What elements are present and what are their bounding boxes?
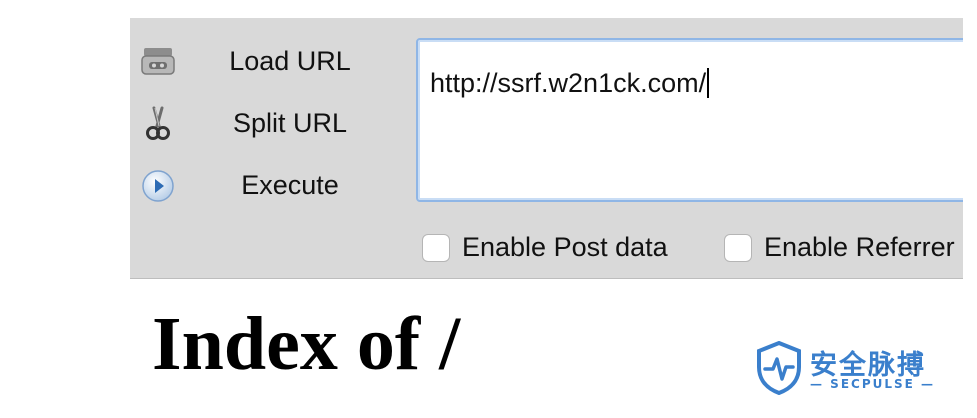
load-url-button[interactable]: Load URL bbox=[140, 40, 400, 84]
enable-post-data-toggle[interactable]: Enable Post data bbox=[422, 232, 722, 266]
split-url-button[interactable]: Split URL bbox=[140, 102, 400, 146]
watermark-english-text: — SECPULSE — bbox=[810, 377, 936, 391]
url-input[interactable]: http://ssrf.w2n1ck.com/ bbox=[416, 38, 963, 202]
enable-referrer-toggle[interactable]: Enable Referrer bbox=[724, 232, 963, 266]
scissors-icon bbox=[140, 106, 176, 142]
page-title: Index of / bbox=[152, 302, 461, 386]
post-data-checkbox[interactable] bbox=[422, 234, 450, 262]
load-url-icon bbox=[140, 44, 176, 80]
secpulse-watermark: 安全脉搏 — SECPULSE — bbox=[756, 340, 946, 400]
browser-frame: Load URL Split URL Execute http://ssrf.w… bbox=[130, 18, 963, 418]
hackbar-toolbar: Load URL Split URL Execute http://ssrf.w… bbox=[130, 18, 963, 279]
split-url-label: Split URL bbox=[232, 108, 348, 138]
referrer-checkbox[interactable] bbox=[724, 234, 752, 262]
url-value: http://ssrf.w2n1ck.com/ bbox=[430, 68, 707, 98]
execute-label: Execute bbox=[241, 170, 339, 200]
page-content: Index of / 安全脉搏 — SECPULSE — bbox=[130, 279, 963, 418]
referrer-label: Enable Referrer bbox=[764, 232, 955, 262]
shield-logo-icon bbox=[756, 340, 802, 400]
text-caret bbox=[707, 68, 710, 98]
execute-button[interactable]: Execute bbox=[140, 164, 400, 208]
post-data-label: Enable Post data bbox=[462, 232, 668, 262]
play-icon bbox=[140, 168, 176, 204]
load-url-label: Load URL bbox=[229, 46, 351, 76]
